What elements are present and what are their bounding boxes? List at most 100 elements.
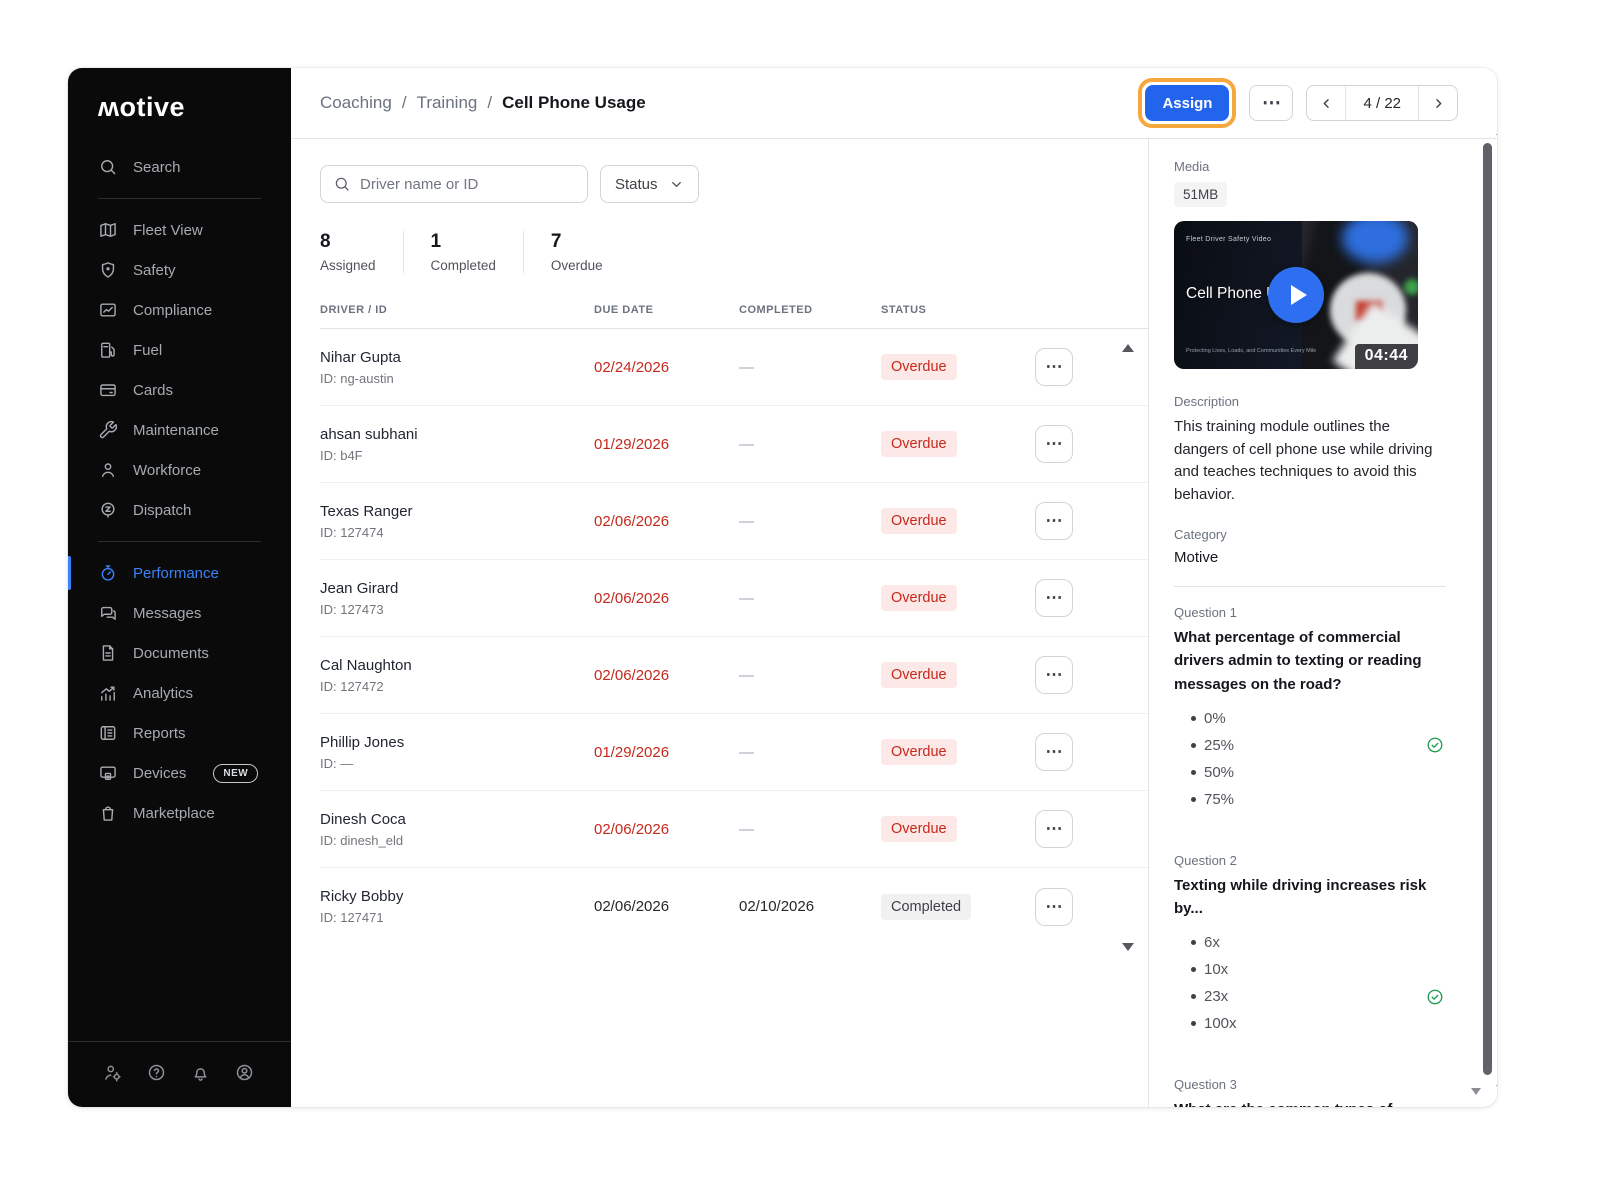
- training-detail-panel: Media 51MB Fleet Driver Safety Video Cel…: [1148, 139, 1472, 1107]
- help-icon[interactable]: [146, 1062, 167, 1083]
- table-row[interactable]: Texas Ranger ID: 127474 02/06/2026 — Over…: [320, 483, 1148, 560]
- sidebar-item-maintenance[interactable]: Maintenance: [68, 410, 291, 450]
- scrollbar-up-arrow[interactable]: [1496, 127, 1497, 135]
- sidebar-item-dispatch[interactable]: Dispatch: [68, 490, 291, 530]
- search-input[interactable]: [360, 175, 575, 193]
- sidebar-item-safety[interactable]: Safety: [68, 250, 291, 290]
- stat-value: 1: [430, 231, 442, 252]
- notifications-bell-icon[interactable]: [190, 1062, 211, 1083]
- row-actions-button[interactable]: ⋯: [1035, 810, 1073, 848]
- sidebar-item-documents[interactable]: Documents: [68, 633, 291, 673]
- sidebar-item-label: Workforce: [133, 461, 202, 479]
- driver-id: ID: dinesh_eld: [320, 832, 404, 848]
- stat-assigned: 8 Assigned: [320, 231, 403, 273]
- question-text: What percentage of commercial drivers ad…: [1174, 629, 1422, 693]
- more-icon: ⋯: [1045, 896, 1063, 916]
- sidebar-item-cards[interactable]: Cards: [68, 370, 291, 410]
- table-row[interactable]: Cal Naughton ID: 127472 02/06/2026 — Over…: [320, 637, 1148, 714]
- more-icon: ⋯: [1261, 92, 1281, 114]
- video-thumbnail[interactable]: Fleet Driver Safety Video Cell Phone Usa…: [1174, 221, 1418, 369]
- play-button[interactable]: [1268, 267, 1324, 323]
- row-actions-button[interactable]: ⋯: [1035, 579, 1073, 617]
- description-section: Description This training module outline…: [1174, 394, 1448, 506]
- driver-id: ID: b4F: [320, 447, 363, 463]
- sidebar-item-label: Compliance: [133, 301, 213, 319]
- completed-date: 02/10/2026: [739, 898, 815, 915]
- status-badge: Completed: [881, 893, 972, 920]
- previous-page-button[interactable]: [1307, 86, 1345, 120]
- table-row[interactable]: Nihar Gupta ID: ng-austin 02/24/2026 — Ov…: [320, 329, 1148, 406]
- status-filter-dropdown[interactable]: Status: [600, 165, 699, 203]
- status-badge: Overdue: [881, 354, 957, 380]
- report-icon: [98, 723, 118, 743]
- stat-label: Completed: [430, 258, 496, 273]
- driver-name: Cal Naughton: [320, 656, 412, 674]
- shopping-bag-icon: [98, 803, 118, 823]
- admin-user-gear-icon[interactable]: [102, 1062, 123, 1083]
- app-window: ʍotive Search Fleet View Safety Complian…: [68, 68, 1497, 1107]
- due-date: 01/29/2026: [594, 743, 670, 761]
- sidebar-item-fuel[interactable]: Fuel: [68, 330, 291, 370]
- assign-button[interactable]: Assign: [1145, 85, 1230, 121]
- sidebar-item-label: Reports: [133, 724, 186, 742]
- more-actions-button[interactable]: ⋯: [1249, 85, 1294, 121]
- sidebar-item-label: Safety: [133, 261, 176, 279]
- next-page-button[interactable]: [1419, 86, 1457, 120]
- sidebar-item-label: Performance: [133, 564, 219, 582]
- status-badge: Overdue: [881, 508, 957, 534]
- completed-date: —: [739, 743, 754, 761]
- question-options: 6x 10x 23x 100x: [1174, 929, 1446, 1037]
- sidebar-item-devices[interactable]: Devices NEW: [68, 753, 291, 793]
- wrench-icon: [98, 420, 118, 440]
- sidebar-item-reports[interactable]: Reports: [68, 713, 291, 753]
- list-scroll-down-arrow[interactable]: [1122, 943, 1134, 951]
- sidebar-item-workforce[interactable]: Workforce: [68, 450, 291, 490]
- table-row[interactable]: Jean Girard ID: 127473 02/06/2026 — Overd…: [320, 560, 1148, 637]
- driver-id: ID: —: [320, 755, 354, 771]
- column-header-driver: DRIVER / ID: [320, 304, 388, 316]
- map-icon: [98, 220, 118, 240]
- sidebar-item-messages[interactable]: Messages: [68, 593, 291, 633]
- search-icon: [333, 175, 351, 193]
- list-scroll-up-arrow[interactable]: [1122, 344, 1134, 352]
- table-row[interactable]: Phillip Jones ID: — 01/29/2026 — Overdue …: [320, 714, 1148, 791]
- question-text: Texting while driving increases risk by.…: [1174, 876, 1427, 917]
- row-actions-button[interactable]: ⋯: [1035, 348, 1073, 386]
- driver-id: ID: 127471: [320, 910, 384, 925]
- person-icon: [98, 460, 118, 480]
- column-header-due-date: DUE DATE: [594, 304, 654, 316]
- scrollbar-thumb[interactable]: [1483, 143, 1492, 1075]
- table-row[interactable]: Ricky Bobby ID: 127471 02/06/2026 02/10/2…: [320, 868, 1148, 945]
- shield-icon: [98, 260, 118, 280]
- breadcrumb-coaching[interactable]: Coaching: [320, 93, 392, 113]
- sidebar-item-fleet-view[interactable]: Fleet View: [68, 210, 291, 250]
- row-actions-button[interactable]: ⋯: [1035, 425, 1073, 463]
- due-date: 02/06/2026: [594, 589, 670, 607]
- correct-answer-check-icon: [1426, 988, 1444, 1006]
- scrollbar-down-arrow[interactable]: [1496, 1085, 1497, 1093]
- row-actions-button[interactable]: ⋯: [1035, 887, 1073, 926]
- sidebar-item-analytics[interactable]: Analytics: [68, 673, 291, 713]
- video-duration-badge: 04:44: [1354, 344, 1418, 369]
- dispatch-icon: [98, 500, 118, 520]
- table-row[interactable]: ahsan subhani ID: b4F 01/29/2026 — Overdu…: [320, 406, 1148, 483]
- account-icon[interactable]: [234, 1062, 255, 1083]
- panel-scroll-down-arrow[interactable]: [1471, 1088, 1481, 1095]
- driver-search: [320, 165, 588, 203]
- due-date: 02/24/2026: [594, 358, 670, 376]
- sidebar-item-search[interactable]: Search: [68, 147, 291, 187]
- video-tagline: Protecting Lives, Loads, and Communities…: [1186, 348, 1317, 354]
- more-icon: ⋯: [1045, 357, 1063, 376]
- sidebar-item-marketplace[interactable]: Marketplace: [68, 793, 291, 833]
- content-region: Coaching / Training / Cell Phone Usage A…: [291, 68, 1497, 1107]
- sidebar-item-compliance[interactable]: Compliance: [68, 290, 291, 330]
- row-actions-button[interactable]: ⋯: [1035, 733, 1073, 771]
- breadcrumb-training[interactable]: Training: [417, 93, 478, 113]
- row-actions-button[interactable]: ⋯: [1035, 656, 1073, 694]
- driver-name: Phillip Jones: [320, 733, 405, 751]
- row-actions-button[interactable]: ⋯: [1035, 502, 1073, 540]
- assign-highlight-ring: Assign: [1138, 78, 1237, 128]
- table-row[interactable]: Dinesh Coca ID: dinesh_eld 02/06/2026 — O…: [320, 791, 1148, 868]
- sidebar-item-performance[interactable]: Performance: [68, 553, 291, 593]
- completed-date: —: [739, 820, 754, 838]
